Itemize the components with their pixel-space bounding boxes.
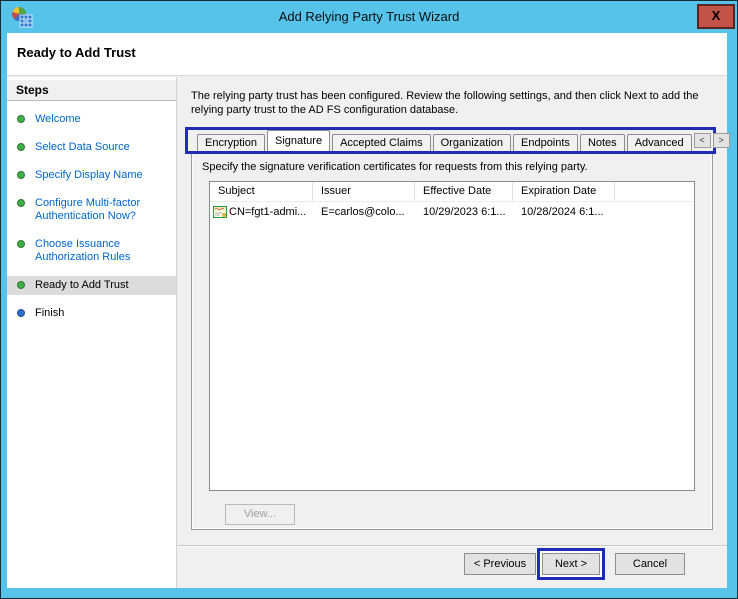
description-text: The relying party trust has been configu… [191,90,699,116]
step-done-bullet-icon [17,240,25,248]
window-title: Add Relying Party Trust Wizard [278,9,460,24]
step-label: Configure Multi-factor Authentication No… [35,197,141,222]
close-button[interactable]: X [697,4,735,29]
certificates-table[interactable]: Subject Issuer Effective Date Expiration… [209,181,695,491]
sidebar-item-specify-display-name[interactable]: Specify Display Name [7,166,176,185]
cell-subject: CN=fgt1-admi... [210,205,313,218]
cell-subject-text: CN=fgt1-admi... [229,205,307,218]
view-button[interactable]: View... [225,504,295,525]
chevron-right-icon: > [718,135,724,145]
next-button[interactable]: Next > [542,553,600,575]
tab-scroll-buttons: < > [693,133,730,148]
page-title: Ready to Add Trust [17,45,136,60]
tab-strip: Encryption Signature Accepted Claims Org… [197,130,694,151]
cell-issuer: E=carlos@colo... [321,205,405,218]
sidebar-item-select-data-source[interactable]: Select Data Source [7,138,176,157]
step-label: Select Data Source [35,141,130,153]
steps-list: Welcome Select Data Source Specify Displ… [7,101,176,323]
wizard-window: Add Relying Party Trust Wizard X Ready t… [0,0,738,599]
next-button-annotation: Next > [537,548,605,580]
step-label: Welcome [35,113,81,125]
tab-advanced[interactable]: Advanced [626,134,692,151]
steps-sidebar: Steps Welcome Select Data Source Specify… [7,77,177,588]
signature-tab-page: Specify the signature verification certi… [191,152,713,530]
tab-organization[interactable]: Organization [432,134,511,151]
tab-accepted-claims[interactable]: Accepted Claims [332,134,431,151]
previous-button[interactable]: < Previous [464,553,536,575]
step-done-bullet-icon [17,281,25,289]
page-header-band: Ready to Add Trust [7,33,727,76]
table-row[interactable]: CN=fgt1-admi... E=carlos@colo... 10/29/2… [210,202,694,221]
step-done-bullet-icon [17,115,25,123]
cell-expiration-date: 10/28/2024 6:1... [521,205,604,218]
titlebar: Add Relying Party Trust Wizard X [1,1,737,33]
main-pane: The relying party trust has been configu… [178,76,730,588]
table-header-row: Subject Issuer Effective Date Expiration… [210,182,694,202]
step-upcoming-bullet-icon [17,309,25,317]
sidebar-item-finish[interactable]: Finish [7,304,176,323]
chevron-left-icon: < [699,135,705,145]
column-header-expiration-date[interactable]: Expiration Date [513,182,615,201]
tab-endpoints[interactable]: Endpoints [513,134,578,151]
dialog-body: Ready to Add Trust Steps Welcome Select … [7,33,730,588]
tab-instruction-text: Specify the signature verification certi… [202,161,588,173]
column-header-issuer[interactable]: Issuer [313,182,415,201]
close-icon: X [711,8,721,23]
column-header-filler [615,182,694,201]
cancel-button[interactable]: Cancel [615,553,685,575]
tab-signature[interactable]: Signature [266,130,331,151]
footer-separator [178,545,727,547]
step-done-bullet-icon [17,171,25,179]
steps-heading: Steps [7,80,176,101]
cell-effective-date: 10/29/2023 6:1... [423,205,506,218]
tab-notes[interactable]: Notes [579,134,625,151]
tab-scroll-left-button[interactable]: < [693,133,711,148]
tab-strip-annotation: Encryption Signature Accepted Claims Org… [185,127,730,154]
tab-scroll-right-button[interactable]: > [712,133,730,148]
step-label: Choose Issuance Authorization Rules [35,238,131,263]
certificate-icon [213,205,227,218]
sidebar-item-choose-issuance-rules[interactable]: Choose Issuance Authorization Rules [7,235,176,267]
step-label: Finish [35,307,65,319]
sidebar-item-ready-to-add-trust[interactable]: Ready to Add Trust [7,276,176,295]
step-label: Ready to Add Trust [35,279,129,291]
step-done-bullet-icon [17,143,25,151]
tab-encryption[interactable]: Encryption [197,134,265,151]
sidebar-item-configure-mfa[interactable]: Configure Multi-factor Authentication No… [7,194,176,226]
column-header-effective-date[interactable]: Effective Date [415,182,513,201]
step-done-bullet-icon [17,199,25,207]
step-label: Specify Display Name [35,169,143,181]
column-header-subject[interactable]: Subject [210,182,313,201]
sidebar-item-welcome[interactable]: Welcome [7,110,176,129]
